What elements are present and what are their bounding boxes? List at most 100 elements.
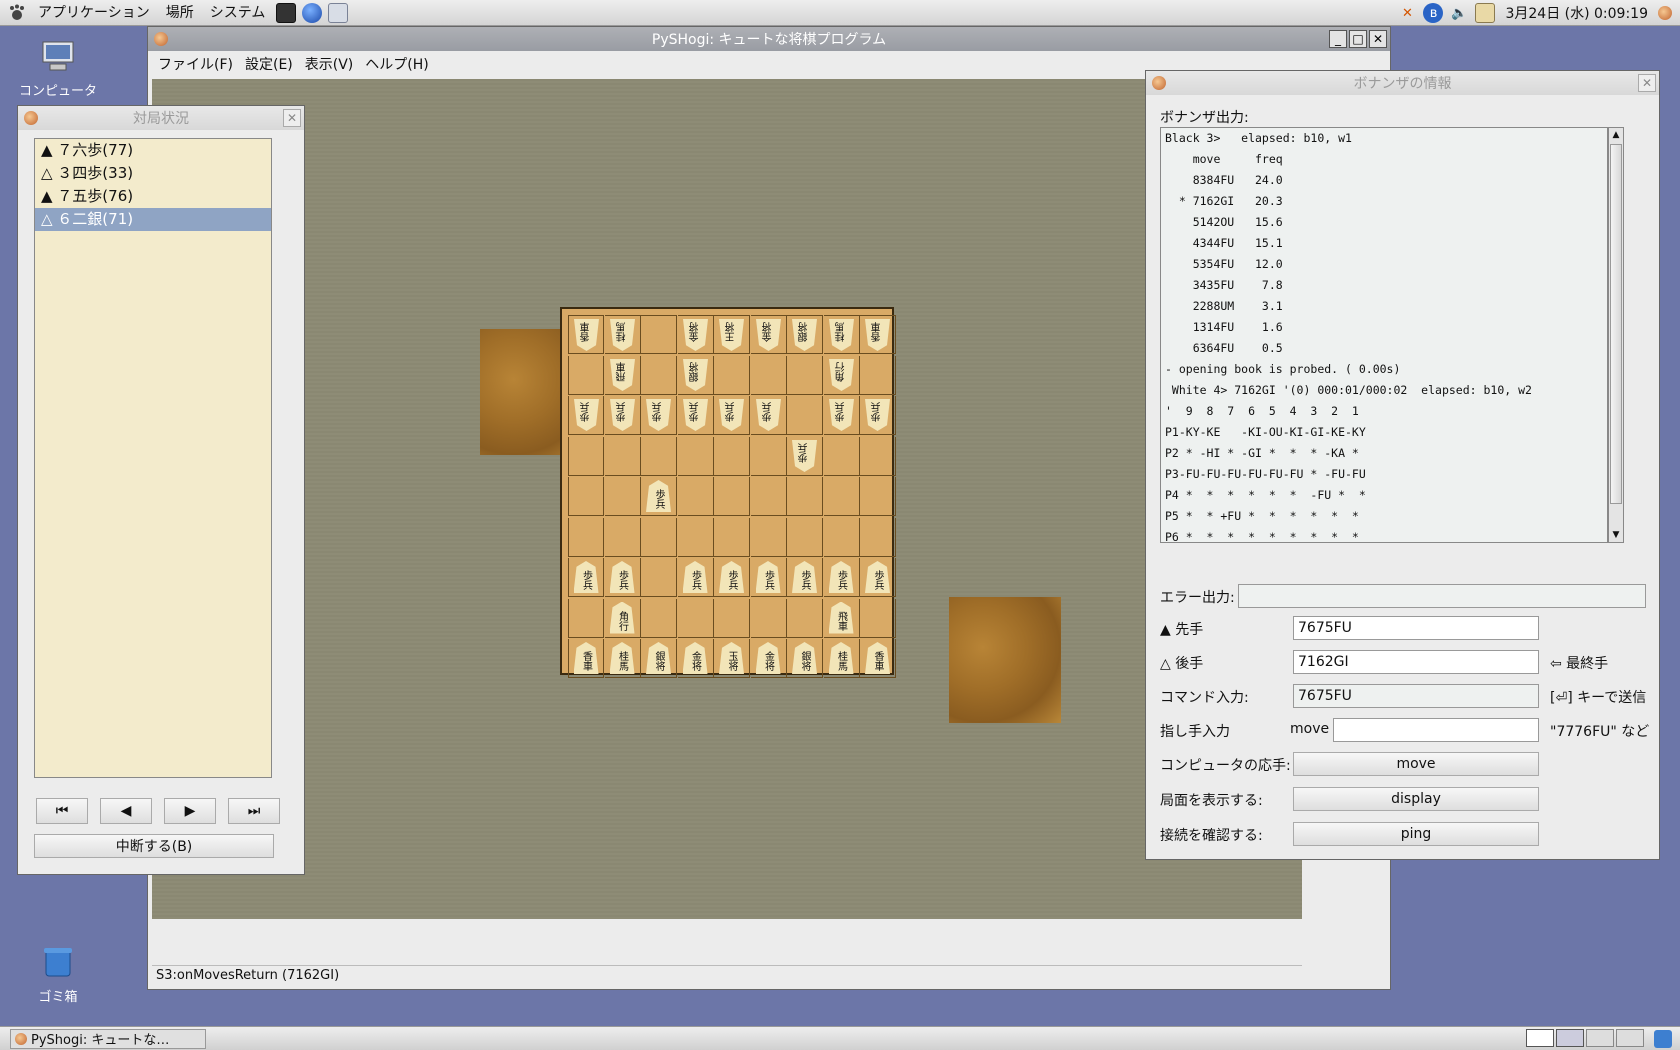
board-square[interactable] — [787, 477, 823, 516]
shogi-piece[interactable]: 銀将 — [792, 642, 817, 674]
board-square[interactable]: 歩兵 — [604, 396, 641, 435]
last-move-button[interactable]: ⏭ — [228, 798, 280, 824]
gote-field[interactable]: 7162GI — [1293, 650, 1539, 674]
board-square[interactable] — [568, 477, 604, 516]
shogi-piece[interactable]: 歩兵 — [646, 399, 671, 431]
menu-settings[interactable]: 設定(E) — [239, 54, 299, 74]
board-square[interactable] — [750, 436, 787, 476]
shogi-piece[interactable]: 金将 — [756, 319, 781, 351]
board-square[interactable]: 角行 — [823, 355, 860, 395]
move-item[interactable]: ▲ ７五歩(76) — [35, 185, 271, 208]
board-square[interactable] — [641, 315, 677, 354]
board-square[interactable] — [750, 598, 787, 638]
board-square[interactable] — [787, 598, 823, 638]
board-square[interactable]: 歩兵 — [787, 558, 823, 597]
log-scrollbar[interactable]: ▲ ▼ — [1608, 127, 1624, 543]
board-square[interactable]: 香車 — [860, 639, 896, 678]
board-square[interactable]: 香車 — [568, 315, 604, 354]
shogi-piece[interactable]: 歩兵 — [755, 561, 781, 593]
first-move-button[interactable]: ⏮ — [36, 798, 88, 824]
shogi-piece[interactable]: 歩兵 — [573, 561, 599, 593]
shogi-piece[interactable]: 歩兵 — [828, 561, 854, 593]
close-icon[interactable]: ✕ — [283, 109, 301, 127]
shogi-piece[interactable]: 角行 — [609, 601, 635, 634]
board-square[interactable]: 歩兵 — [568, 396, 604, 435]
board-square[interactable]: 玉将 — [714, 639, 750, 678]
board-square[interactable]: 飛車 — [823, 598, 860, 638]
board-square[interactable]: 歩兵 — [568, 558, 604, 597]
shogi-piece[interactable]: 歩兵 — [756, 399, 781, 431]
board-square[interactable] — [641, 355, 677, 395]
board-square[interactable]: 歩兵 — [641, 396, 677, 435]
workspace-4[interactable] — [1616, 1029, 1644, 1047]
terminal-launcher-icon[interactable] — [276, 2, 297, 23]
board-square[interactable] — [641, 517, 677, 557]
board-square[interactable] — [750, 517, 787, 557]
board-square[interactable] — [750, 355, 787, 395]
board-square[interactable]: 銀将 — [787, 639, 823, 678]
board-square[interactable]: 歩兵 — [823, 396, 860, 435]
gnome-foot-icon[interactable] — [8, 4, 26, 22]
board-square[interactable] — [568, 355, 604, 395]
shogi-piece[interactable]: 桂馬 — [610, 319, 635, 351]
board-square[interactable]: 歩兵 — [714, 558, 750, 597]
bluetooth-icon[interactable]: ʙ — [1423, 3, 1444, 23]
board-square[interactable]: 銀将 — [641, 639, 677, 678]
web-browser-launcher-icon[interactable] — [302, 2, 323, 23]
board-square[interactable]: 歩兵 — [677, 396, 714, 435]
scroll-up-icon[interactable]: ▲ — [1609, 128, 1623, 142]
shogi-piece[interactable]: 歩兵 — [682, 561, 708, 593]
board-square[interactable] — [787, 355, 823, 395]
board-square[interactable]: 桂馬 — [604, 639, 641, 678]
shogi-board[interactable]: 香車 桂馬 金将 王将 金将 銀将 桂馬 香車 飛車 銀将 角行 歩兵 歩兵 歩兵 歩兵 歩兵 歩兵 歩兵 歩兵 歩兵… — [560, 307, 896, 678]
menu-help[interactable]: ヘルプ(H) — [359, 54, 434, 74]
shogi-piece[interactable]: 歩兵 — [792, 561, 817, 593]
move-item[interactable]: △ ３四歩(33) — [35, 162, 271, 185]
clipboard-icon[interactable] — [1475, 3, 1496, 23]
board-square[interactable] — [714, 517, 750, 557]
shogi-piece[interactable]: 飛車 — [610, 359, 635, 391]
move-item-selected[interactable]: △ ６二銀(71) — [35, 208, 271, 231]
board-square[interactable] — [677, 477, 714, 516]
shogi-piece[interactable]: 玉将 — [719, 642, 744, 674]
board-square[interactable] — [714, 355, 750, 395]
board-square[interactable]: 歩兵 — [860, 396, 896, 435]
shogi-piece[interactable]: 金将 — [683, 319, 708, 351]
board-square[interactable] — [823, 477, 860, 516]
shogi-piece[interactable]: 歩兵 — [792, 440, 817, 472]
shogi-piece[interactable]: 金将 — [682, 642, 708, 674]
board-square[interactable] — [568, 517, 604, 557]
bonanza-titlebar[interactable]: ボナンザの情報 ✕ — [1146, 71, 1659, 95]
shogi-piece[interactable]: 歩兵 — [719, 561, 744, 593]
move-button[interactable]: move — [1293, 752, 1539, 776]
board-square[interactable] — [823, 436, 860, 476]
board-square[interactable]: 歩兵 — [860, 558, 896, 597]
scroll-down-icon[interactable]: ▼ — [1609, 528, 1623, 542]
board-square[interactable]: 金将 — [750, 639, 787, 678]
board-square[interactable]: 歩兵 — [787, 436, 823, 476]
shogi-piece[interactable]: 香車 — [865, 642, 890, 674]
board-square[interactable]: 歩兵 — [823, 558, 860, 597]
system-menu[interactable]: システム — [202, 0, 274, 26]
board-square[interactable] — [641, 558, 677, 597]
mail-launcher-icon[interactable] — [328, 2, 349, 23]
board-square[interactable] — [568, 436, 604, 476]
board-square[interactable] — [677, 598, 714, 638]
close-icon[interactable]: ✕ — [1369, 30, 1387, 48]
board-square[interactable] — [677, 517, 714, 557]
main-titlebar[interactable]: PySHogi: キュートな将棋プログラム _ □ ✕ — [148, 27, 1390, 51]
board-square[interactable]: 歩兵 — [750, 396, 787, 435]
next-move-button[interactable]: ▶ — [164, 798, 216, 824]
shogi-piece[interactable]: 香車 — [574, 319, 599, 351]
menu-view[interactable]: 表示(V) — [299, 54, 360, 74]
shogi-piece[interactable]: 桂馬 — [609, 642, 635, 674]
move-list[interactable]: ▲ ７六歩(77) △ ３四歩(33) ▲ ７五歩(76) △ ６二銀(71) — [34, 138, 272, 778]
board-square[interactable] — [860, 436, 896, 476]
pyshogi-tray-icon[interactable] — [1658, 6, 1672, 20]
close-icon[interactable]: ✕ — [1638, 74, 1656, 92]
sente-piece-stand[interactable] — [949, 597, 1061, 723]
prev-move-button[interactable]: ◀ — [100, 798, 152, 824]
shogi-piece[interactable]: 歩兵 — [719, 399, 744, 431]
shogi-piece[interactable]: 王将 — [719, 319, 744, 351]
command-input[interactable]: 7675FU — [1293, 684, 1539, 708]
